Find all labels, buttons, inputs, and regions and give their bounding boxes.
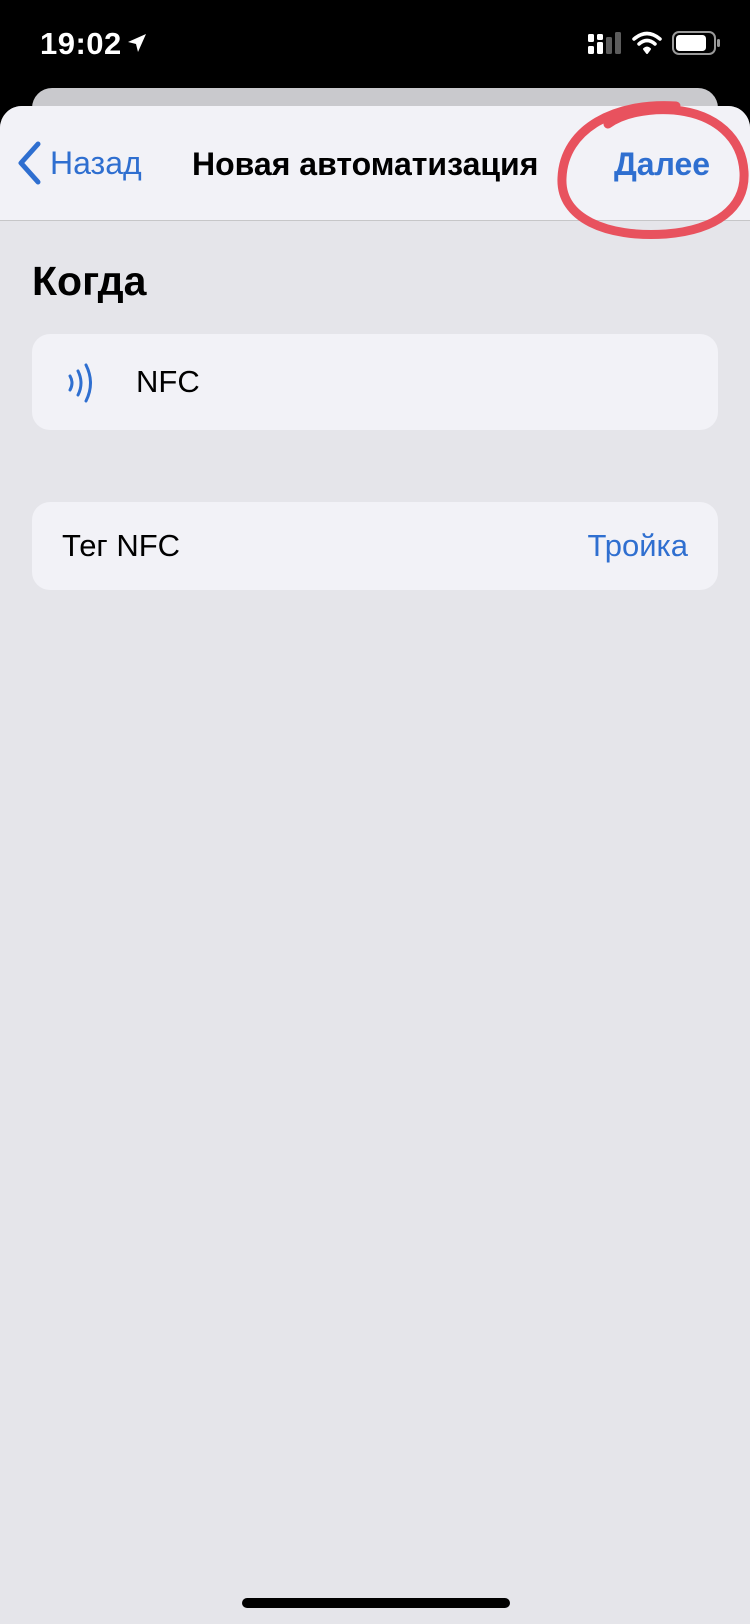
automation-sheet: Назад Новая автоматизация Далее Когда NF… bbox=[0, 106, 750, 1624]
status-bar: 19:02 bbox=[0, 0, 750, 90]
nfc-tag-row[interactable]: Тег NFC Тройка bbox=[32, 502, 718, 590]
wifi-icon bbox=[632, 31, 662, 54]
location-arrow-icon bbox=[128, 34, 146, 52]
next-button[interactable]: Далее bbox=[614, 146, 710, 183]
chevron-left-icon bbox=[18, 141, 41, 185]
nfc-tag-label: Тег NFC bbox=[62, 528, 181, 563]
nfc-icon bbox=[68, 363, 92, 403]
nfc-tag-value: Тройка bbox=[587, 528, 688, 563]
page-title: Новая автоматизация bbox=[192, 146, 539, 182]
navigation-bar: Назад Новая автоматизация Далее bbox=[0, 106, 750, 221]
back-button[interactable]: Назад bbox=[16, 138, 142, 188]
nfc-trigger-row[interactable]: NFC bbox=[32, 334, 718, 430]
section-title: Когда bbox=[32, 258, 147, 304]
home-indicator[interactable] bbox=[242, 1598, 510, 1608]
cellular-signal-icon bbox=[588, 32, 621, 54]
battery-icon bbox=[672, 31, 720, 55]
back-button-label: Назад bbox=[50, 144, 142, 181]
trigger-label: NFC bbox=[136, 364, 200, 399]
status-time: 19:02 bbox=[40, 26, 122, 61]
screen: 19:02 Назад Новая автоматизация Далее Ко… bbox=[0, 0, 750, 1624]
